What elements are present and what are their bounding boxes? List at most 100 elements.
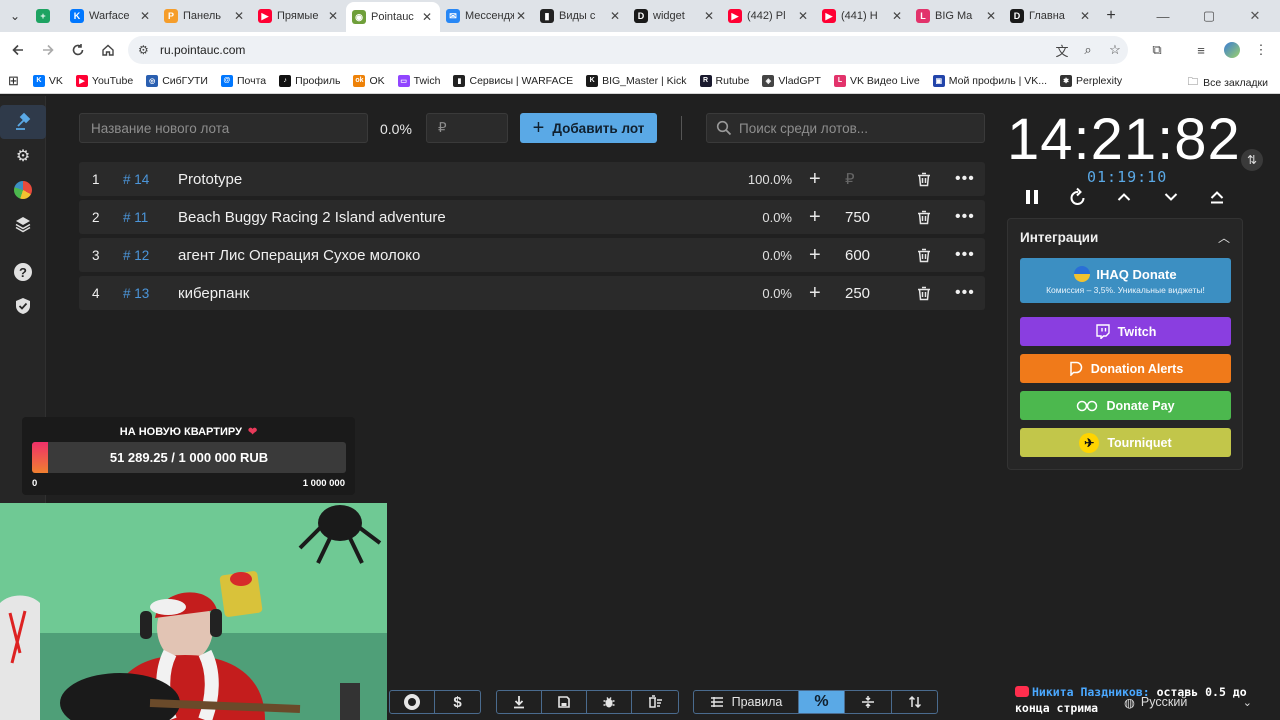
bookmark-item[interactable]: @ Почта (220, 74, 266, 87)
tab-close-icon[interactable]: ✕ (326, 9, 340, 23)
home-button[interactable] (93, 35, 123, 65)
delete-lot-button[interactable] (917, 200, 931, 234)
lot-name[interactable]: агент Лис Операция Сухое молоко (178, 238, 420, 272)
github-button[interactable] (390, 691, 435, 713)
auction-gavel-icon[interactable] (0, 105, 46, 139)
tab-close-icon[interactable]: ✕ (138, 9, 152, 23)
donate-pay-button[interactable]: Donate Pay (1020, 391, 1231, 420)
extensions-icon[interactable]: ⧉ (1143, 36, 1171, 64)
zoom-icon[interactable]: ⌕ (1074, 36, 1102, 64)
bookmark-item[interactable]: K VK (32, 74, 63, 87)
apps-grid-icon[interactable]: ⊞ (8, 73, 19, 89)
bookmark-item[interactable]: ◎ СибГУТИ (146, 74, 208, 87)
tab-close-icon[interactable]: ✕ (420, 10, 434, 24)
clear-lots-button[interactable] (632, 691, 678, 713)
browser-tab[interactable]: ▮ Виды с ✕ (534, 0, 628, 32)
wheel-pie-icon[interactable] (11, 178, 35, 202)
tourniquet-button[interactable]: ✈ Tourniquet (1020, 428, 1231, 457)
forward-button[interactable] (33, 35, 63, 65)
lot-amount[interactable]: 250 (845, 276, 870, 310)
tab-close-icon[interactable]: ✕ (1078, 9, 1092, 23)
browser-tab[interactable]: L BIG Ma ✕ (910, 0, 1004, 32)
minimize-button[interactable]: — (1140, 0, 1186, 32)
lot-amount[interactable]: 600 (845, 238, 870, 272)
sort-button[interactable] (892, 691, 937, 713)
add-amount-button[interactable]: + (809, 162, 821, 196)
browser-tab[interactable]: ▶ (441) H ✕ (816, 0, 910, 32)
tab-close-icon[interactable]: ✕ (890, 9, 904, 23)
collapse-chevron-icon[interactable]: ︿ (1218, 229, 1230, 246)
rules-button[interactable]: Правила (694, 691, 799, 713)
media-controls-icon[interactable]: ≡ (1187, 36, 1215, 64)
timer-increase-button[interactable] (1111, 184, 1137, 210)
url-field[interactable]: ⚙ ru.pointauc.com (128, 36, 1128, 64)
browser-tab[interactable]: P Панель ✕ (158, 0, 252, 32)
bookmark-item[interactable]: ♪ Профиль (279, 74, 340, 87)
maximize-button[interactable]: ▢ (1186, 0, 1232, 32)
browser-menu-icon[interactable]: ⋮ (1247, 36, 1275, 64)
tab-close-icon[interactable]: ✕ (608, 9, 622, 23)
ihaq-donate-button[interactable]: IHAQ Donate Комиссия – 3,5%. Уникальные … (1020, 258, 1231, 303)
lot-amount[interactable]: 750 (845, 200, 870, 234)
donation-alerts-button[interactable]: Donation Alerts (1020, 354, 1231, 383)
download-button[interactable] (497, 691, 542, 713)
delete-lot-button[interactable] (917, 238, 931, 272)
close-window-button[interactable]: ✕ (1232, 0, 1278, 32)
browser-tab[interactable]: ✉ Мессенджер✕ (440, 0, 534, 32)
back-button[interactable] (3, 35, 33, 65)
add-amount-button[interactable]: + (809, 238, 821, 272)
bookmark-star-icon[interactable]: ☆ (1101, 36, 1129, 64)
shield-check-icon[interactable] (11, 294, 35, 318)
new-lot-amount-input[interactable]: ₽ (426, 113, 508, 143)
tab-search-dropdown[interactable]: ⌄ (0, 0, 30, 32)
browser-tab[interactable]: D Главна ✕ (1004, 0, 1098, 32)
bookmark-item[interactable]: ▶ YouTube (75, 74, 133, 87)
lot-more-menu-icon[interactable]: ••• (955, 200, 975, 234)
bookmark-item[interactable]: ◈ VladGPT (762, 74, 821, 87)
reload-button[interactable] (63, 35, 93, 65)
bookmark-item[interactable]: R Rutube (699, 74, 749, 87)
browser-tab[interactable]: Dwidget ✕ (628, 0, 722, 32)
help-icon[interactable]: ? (11, 260, 35, 284)
compact-view-button[interactable] (845, 691, 892, 713)
bookmark-item[interactable]: ▭ Twich (397, 74, 440, 87)
add-amount-button[interactable]: + (809, 200, 821, 234)
site-settings-icon[interactable]: ⚙ (138, 43, 158, 57)
bookmark-item[interactable]: ✱ Perplexity (1060, 74, 1122, 87)
tab-close-icon[interactable]: ✕ (514, 9, 528, 23)
delete-lot-button[interactable] (917, 162, 931, 196)
delete-lot-button[interactable] (917, 276, 931, 310)
pause-button[interactable] (1019, 184, 1045, 210)
lot-more-menu-icon[interactable]: ••• (955, 162, 975, 196)
tab-close-icon[interactable]: ✕ (796, 9, 810, 23)
timer-decrease-button[interactable] (1158, 184, 1184, 210)
tab-close-icon[interactable]: ✕ (232, 9, 246, 23)
browser-tab[interactable]: ◉ Pointauc ✕ (346, 2, 440, 32)
browser-tab[interactable]: + (30, 0, 64, 32)
bookmark-item[interactable]: ▣ Мой профиль | VK... (932, 74, 1047, 87)
bookmark-item[interactable]: L VK Видео Live (833, 74, 920, 87)
layers-icon[interactable] (11, 212, 35, 236)
browser-tab[interactable]: ▶ (442) Pl ✕ (722, 0, 816, 32)
donate-dollar-button[interactable]: $ (435, 691, 480, 713)
timer-collapse-button[interactable] (1204, 184, 1230, 210)
settings-gear-icon[interactable]: ⚙ (11, 144, 35, 168)
lot-name[interactable]: Beach Buggy Racing 2 Island adventure (178, 200, 446, 234)
twitch-button[interactable]: Twitch (1020, 317, 1231, 346)
new-tab-button[interactable]: + (1098, 7, 1124, 25)
lot-name[interactable]: киберпанк (178, 276, 249, 310)
browser-tab[interactable]: K Warface ✕ (64, 0, 158, 32)
tab-close-icon[interactable]: ✕ (984, 9, 998, 23)
browser-tab[interactable]: ▶ Прямые ✕ (252, 0, 346, 32)
profile-avatar[interactable] (1218, 36, 1246, 64)
bookmark-item[interactable]: ▮ Сервисы | WARFACE (453, 74, 573, 87)
bookmark-item[interactable]: K BIG_Master | Kick (586, 74, 687, 87)
swap-timer-icon[interactable]: ⇅ (1241, 149, 1263, 171)
save-button[interactable] (542, 691, 587, 713)
tab-close-icon[interactable]: ✕ (702, 9, 716, 23)
reset-timer-button[interactable] (1065, 184, 1091, 210)
new-lot-name-input[interactable]: Название нового лота (79, 113, 368, 143)
lot-search-input[interactable]: Поиск среди лотов... (706, 113, 985, 143)
percent-mode-button[interactable]: % (799, 691, 845, 713)
lot-amount[interactable]: ₽ (845, 162, 855, 196)
